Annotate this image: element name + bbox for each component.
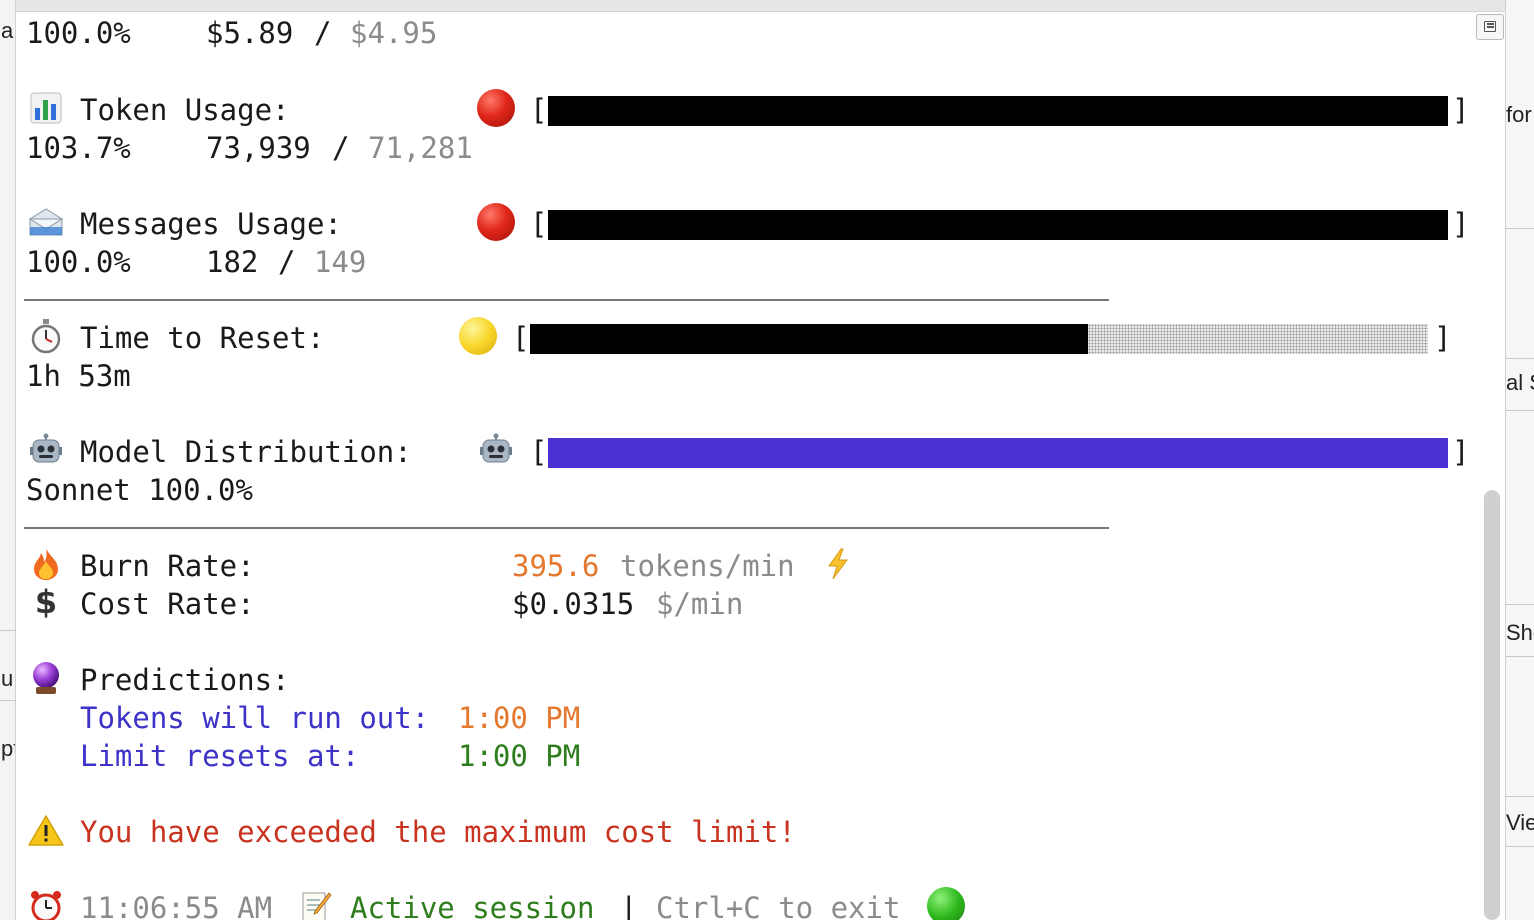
messages-progress-fill <box>548 210 1448 240</box>
background-divider <box>1506 846 1534 847</box>
robot-icon <box>477 431 515 469</box>
background-divider <box>1506 796 1534 797</box>
dollar-icon: $ <box>34 583 58 621</box>
reset-bar-open-bracket: [ <box>512 321 530 355</box>
cost-limit: $4.95 <box>350 16 438 50</box>
messages-bar-open-bracket: [ <box>530 207 548 241</box>
robot-icon <box>27 431 65 469</box>
background-divider <box>1506 410 1534 411</box>
stopwatch-icon <box>27 317 65 355</box>
scrollbar-thumb[interactable] <box>1484 490 1500 920</box>
exit-hint: Ctrl+C to exit <box>656 891 901 920</box>
token-used: 73,939 <box>206 131 311 165</box>
reset-at-label: Limit resets at: <box>80 739 360 773</box>
token-separator: / <box>332 131 350 165</box>
reset-value: 1h 53m <box>26 359 131 393</box>
background-window-right <box>1505 0 1534 920</box>
token-progress-fill <box>548 96 1448 126</box>
token-limit: 71,281 <box>368 131 473 165</box>
cost-rate-value: $0.0315 <box>512 587 635 621</box>
memo-icon <box>297 887 335 920</box>
token-status-red-icon <box>477 89 515 127</box>
run-out-label: Tokens will run out: <box>80 701 430 735</box>
footer-time: 11:06:55 AM <box>80 891 273 920</box>
background-divider <box>1506 358 1534 359</box>
background-divider <box>1506 604 1534 605</box>
token-bar-close-bracket: ] <box>1452 93 1470 127</box>
alarm-clock-icon <box>27 887 65 920</box>
messages-status-red-icon <box>477 203 515 241</box>
reset-status-yellow-icon <box>459 317 497 355</box>
messages-usage-label: Messages Usage: <box>80 207 342 241</box>
envelope-icon <box>27 203 65 241</box>
background-window-left <box>0 0 16 920</box>
messages-progress-bar <box>548 210 1448 240</box>
background-text-fragment: a <box>1 18 14 43</box>
scroll-toggle-button[interactable] <box>1476 14 1504 40</box>
crystal-ball-icon <box>27 659 65 697</box>
background-text-fragment: for <box>1506 102 1532 127</box>
background-divider <box>0 630 16 631</box>
terminal-window[interactable]: 100.0% $5.89 / $4.95 Token Usage: [ ] 10… <box>16 12 1505 920</box>
run-out-time: 1:00 PM <box>458 701 581 735</box>
messages-bar-close-bracket: ] <box>1452 207 1470 241</box>
model-distribution-fill <box>548 438 1448 468</box>
cost-limit-warning: You have exceeded the maximum cost limit… <box>80 815 796 849</box>
cost-used: $5.89 <box>206 16 294 50</box>
cost-separator: / <box>314 16 332 50</box>
lightning-icon <box>819 545 857 583</box>
window-top-edge <box>16 0 1505 12</box>
cost-percent: 100.0% <box>26 16 131 50</box>
cost-rate-label: Cost Rate: <box>80 587 255 621</box>
fire-icon <box>27 545 65 583</box>
reset-bar-close-bracket: ] <box>1434 321 1452 355</box>
reset-progress-fill <box>530 324 1088 354</box>
token-usage-label: Token Usage: <box>80 93 290 127</box>
predictions-label: Predictions: <box>80 663 290 697</box>
section-divider <box>24 299 1109 301</box>
background-text-fragment: u <box>1 666 14 691</box>
session-status: Active session <box>350 891 595 920</box>
burn-rate-unit: tokens/min <box>620 549 795 583</box>
token-progress-bar <box>548 96 1448 126</box>
token-bar-open-bracket: [ <box>530 93 548 127</box>
reset-progress-remaining <box>1088 324 1428 354</box>
warning-icon <box>27 811 65 849</box>
messages-percent: 100.0% <box>26 245 131 279</box>
reset-label: Time to Reset: <box>80 321 325 355</box>
model-bar-open-bracket: [ <box>530 435 548 469</box>
section-divider <box>24 527 1109 529</box>
model-bar-close-bracket: ] <box>1452 435 1470 469</box>
model-value: Sonnet 100.0% <box>26 473 253 507</box>
background-divider <box>1506 656 1534 657</box>
green-circle-icon <box>927 887 965 920</box>
background-divider <box>0 700 16 701</box>
background-text-fragment: Sho <box>1506 620 1534 645</box>
model-distribution-bar <box>548 438 1448 468</box>
burn-rate-label: Burn Rate: <box>80 549 255 583</box>
model-label: Model Distribution: <box>80 435 412 469</box>
footer-separator: | <box>620 891 638 920</box>
background-divider <box>1506 228 1534 229</box>
messages-used: 182 <box>206 245 259 279</box>
messages-separator: / <box>278 245 296 279</box>
background-text-fragment: pt <box>1 736 15 761</box>
burn-rate-value: 395.6 <box>512 549 600 583</box>
cost-rate-unit: $/min <box>656 587 744 621</box>
background-text-fragment: al S <box>1506 370 1534 395</box>
bar-chart-icon <box>27 89 65 127</box>
reset-at-time: 1:00 PM <box>458 739 581 773</box>
background-text-fragment: View <box>1506 810 1534 835</box>
messages-limit: 149 <box>314 245 367 279</box>
reset-progress-bar <box>530 324 1430 354</box>
token-percent: 103.7% <box>26 131 131 165</box>
